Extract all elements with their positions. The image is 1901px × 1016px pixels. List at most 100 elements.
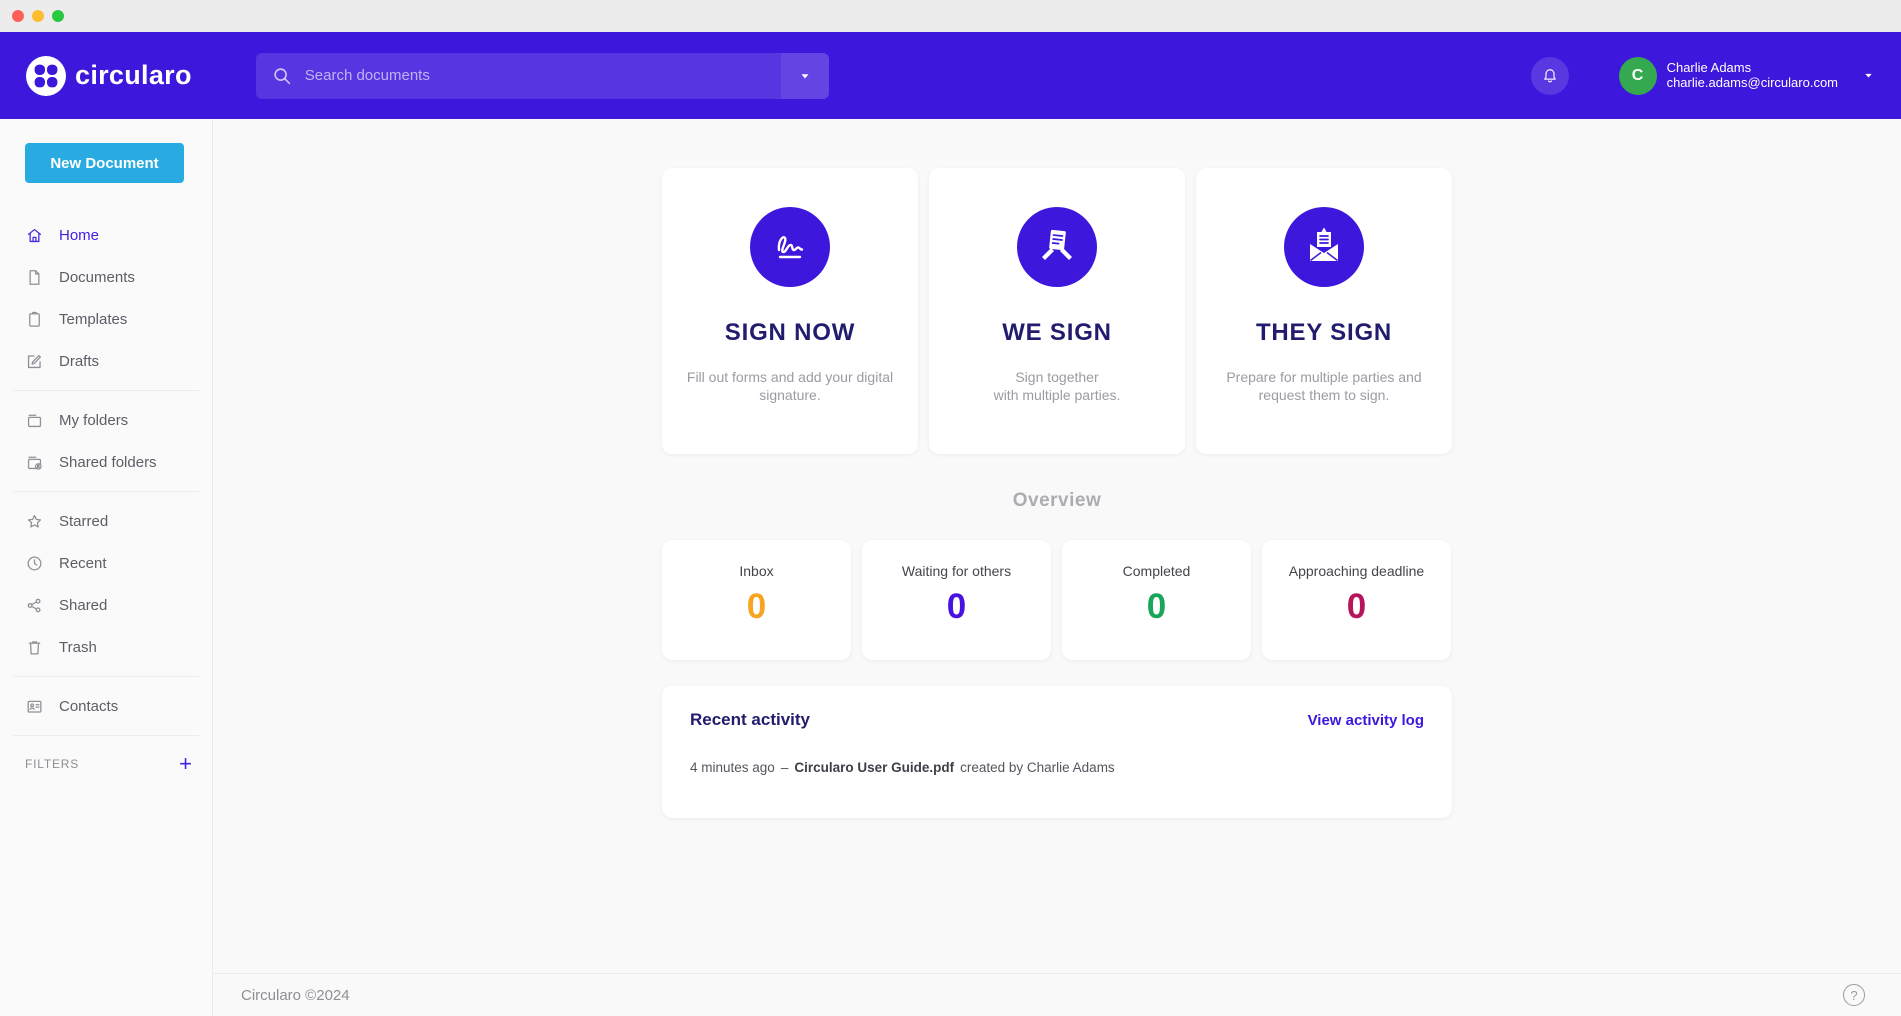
sidebar-item-templates[interactable]: Templates [0,298,212,340]
filters-label: FILTERS [25,757,79,771]
we-sign-card[interactable]: WE SIGN Sign together with multiple part… [929,168,1185,454]
sidebar-item-label: My folders [59,412,128,429]
action-title: THEY SIGN [1196,319,1452,347]
view-activity-log-link[interactable]: View activity log [1308,712,1424,729]
group-signing-icon [1034,224,1080,270]
copyright-text: Circularo ©2024 [241,987,350,1004]
sidebar-item-home[interactable]: Home [0,214,212,256]
notifications-button[interactable] [1531,57,1569,95]
search-bar [256,53,829,99]
user-email: charlie.adams@circularo.com [1667,76,1838,91]
brand-name: circularo [75,60,192,91]
chevron-down-icon [1862,69,1875,82]
overview-heading: Overview [662,490,1452,513]
sidebar-divider [13,491,199,492]
we-sign-circle [1017,207,1097,287]
sidebar-item-my-folders[interactable]: My folders [0,399,212,441]
circularo-logo-icon [26,56,66,96]
sidebar-item-trash[interactable]: Trash [0,626,212,668]
sidebar-item-recent[interactable]: Recent [0,542,212,584]
footer: Circularo ©2024 ? [213,973,1901,1016]
new-document-button[interactable]: New Document [25,143,184,183]
avatar: C [1619,57,1657,95]
sidebar-item-drafts[interactable]: Drafts [0,340,212,382]
activity-description: created by Charlie Adams [960,760,1115,775]
sidebar-item-shared[interactable]: Shared [0,584,212,626]
action-title: WE SIGN [929,319,1185,347]
edit-pencil-icon [25,352,44,371]
sidebar-item-starred[interactable]: Starred [0,500,212,542]
user-name: Charlie Adams [1667,61,1838,76]
contacts-card-icon [25,697,44,716]
header-right-group: C Charlie Adams charlie.adams@circularo.… [1531,57,1875,95]
sidebar-item-label: Shared folders [59,454,157,471]
clock-icon [25,554,44,573]
stat-card-completed[interactable]: Completed 0 [1062,540,1251,660]
trash-icon [25,638,44,657]
stat-card-waiting-for-others[interactable]: Waiting for others 0 [862,540,1051,660]
share-icon [25,596,44,615]
app-header: circularo C Charl [0,32,1901,119]
add-filter-button[interactable]: + [179,753,192,775]
sidebar-divider [13,676,199,677]
action-description: Fill out forms and add your digital sign… [662,368,918,404]
action-description: Sign together with multiple parties. [929,368,1185,404]
help-icon[interactable]: ? [1843,984,1865,1006]
sign-now-card[interactable]: SIGN NOW Fill out forms and add your dig… [662,168,918,454]
document-icon [25,268,44,287]
circularo-app-window: circularo C Charl [0,0,1901,1016]
recent-activity-header: Recent activity View activity log [690,710,1424,730]
sidebar-nav-main: Home Documents Templates [0,214,212,382]
main-content: SIGN NOW Fill out forms and add your dig… [662,119,1452,818]
stat-card-inbox[interactable]: Inbox 0 [662,540,851,660]
stat-label: Inbox [662,563,851,579]
stat-value: 0 [862,587,1051,627]
activity-file-name[interactable]: Circularo User Guide.pdf [794,760,954,775]
action-description: Prepare for multiple parties and request… [1196,368,1452,404]
activity-separator: – [781,760,789,775]
overview-stats-row: Inbox 0 Waiting for others 0 Completed 0… [662,540,1452,660]
sidebar-item-label: Documents [59,269,135,286]
macos-titlebar [0,0,1901,32]
search-scope-dropdown[interactable] [781,53,829,99]
sidebar-item-contacts[interactable]: Contacts [0,685,212,727]
user-info: Charlie Adams charlie.adams@circularo.co… [1667,61,1838,90]
filters-section: FILTERS + [0,744,212,775]
they-sign-circle [1284,207,1364,287]
sidebar-item-shared-folders[interactable]: Shared folders [0,441,212,483]
home-icon [25,226,44,245]
circularo-logo[interactable]: circularo [26,56,192,96]
envelope-letter-icon [1301,224,1347,270]
close-window-button[interactable] [12,10,24,22]
sign-now-circle [750,207,830,287]
sidebar-item-label: Home [59,227,99,244]
minimize-window-button[interactable] [32,10,44,22]
user-menu[interactable]: C Charlie Adams charlie.adams@circularo.… [1619,57,1875,95]
search-input[interactable] [293,53,781,99]
stat-card-approaching-deadline[interactable]: Approaching deadline 0 [1262,540,1451,660]
they-sign-card[interactable]: THEY SIGN Prepare for multiple parties a… [1196,168,1452,454]
sidebar-nav-folders: My folders Shared folders [0,399,212,483]
recent-activity-title: Recent activity [690,710,810,730]
sidebar-item-label: Shared [59,597,107,614]
fullscreen-window-button[interactable] [52,10,64,22]
stat-value: 0 [1062,587,1251,627]
stat-value: 0 [662,587,851,627]
activity-entry: 4 minutes ago – Circularo User Guide.pdf… [690,760,1424,775]
action-cards-row: SIGN NOW Fill out forms and add your dig… [662,168,1452,454]
activity-time: 4 minutes ago [690,760,775,775]
sidebar-item-label: Contacts [59,698,118,715]
sidebar-item-label: Drafts [59,353,99,370]
stat-label: Approaching deadline [1262,563,1451,579]
clipboard-icon [25,310,44,329]
sidebar-item-label: Templates [59,311,127,328]
sidebar-item-documents[interactable]: Documents [0,256,212,298]
stat-value: 0 [1262,587,1451,627]
stat-label: Waiting for others [862,563,1051,579]
folder-icon [25,411,44,430]
sidebar: New Document Home Documents [0,119,213,1016]
main-area: SIGN NOW Fill out forms and add your dig… [213,119,1901,1016]
action-title: SIGN NOW [662,319,918,347]
stat-label: Completed [1062,563,1251,579]
sidebar-nav-contacts: Contacts [0,685,212,727]
